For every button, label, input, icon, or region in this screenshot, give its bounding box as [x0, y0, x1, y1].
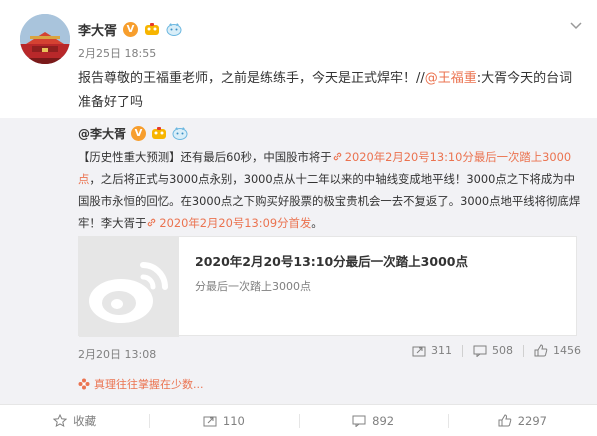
verified-icon: V	[131, 125, 147, 141]
retweet-comment-button[interactable]: 508	[473, 344, 513, 357]
post-text-prefix: 报告尊敬的王福重老师，之前是练练手，今天是正式焊牢！//	[78, 71, 425, 86]
retweet-text: 【历史性重大预测】还有最后60秒，中国股市将于 2020年2月20号13:10分最…	[78, 146, 586, 234]
post-time[interactable]: 2月25日 18:55	[78, 45, 156, 61]
author-name[interactable]: 李大胥	[78, 20, 117, 39]
link-icon	[148, 218, 156, 227]
favorite-label: 收藏	[73, 413, 97, 428]
retweet-text-3: 。	[311, 216, 323, 230]
link-card-title: 2020年2月20号13:10分最后一次踏上3000点	[195, 254, 468, 269]
retweet-time[interactable]: 2月20日 13:08	[78, 346, 156, 362]
fan-badge-icon	[172, 127, 188, 140]
retweet-author-row: @李大胥 V	[78, 124, 188, 142]
retweet-author[interactable]: @李大胥	[78, 125, 126, 142]
chevron-down-icon[interactable]	[568, 20, 584, 32]
annotation-note-text: 真理往往掌握在少数...	[94, 378, 204, 391]
comment-count: 892	[372, 413, 395, 428]
avatar-image	[20, 14, 70, 64]
comment-icon	[473, 345, 487, 357]
link-card-subtitle: 分最后一次踏上3000点	[195, 280, 311, 293]
avatar[interactable]	[20, 14, 70, 64]
verified-icon: V	[123, 21, 139, 37]
star-icon	[53, 414, 68, 427]
forward-count: 110	[222, 413, 245, 428]
retweet-like-count: 1456	[553, 344, 581, 357]
vip-crown-icon	[152, 127, 167, 139]
like-button[interactable]: 2297	[447, 405, 597, 436]
action-bar: 收藏 110 892 2297	[0, 404, 597, 436]
comment-icon	[352, 415, 366, 427]
retweet-text-1: 【历史性重大预测】还有最后60秒，中国股市将于	[78, 150, 332, 164]
time-link-2[interactable]: 2020年2月20号13:09分首发	[146, 216, 311, 230]
weibo-post-card: 李大胥 V 2月25日 18:55 报告尊敬的王福重老师，之前是练练手，今天是正…	[0, 0, 597, 436]
retweet-comment-count: 508	[492, 344, 513, 357]
forward-button[interactable]: 110	[149, 405, 298, 436]
link-icon	[333, 152, 341, 161]
author-row: 李大胥 V	[78, 20, 182, 39]
thumbs-up-icon	[498, 414, 512, 427]
vip-crown-icon	[145, 23, 160, 35]
like-count: 2297	[517, 413, 548, 428]
divider	[523, 344, 524, 357]
link-card-thumbnail	[79, 237, 179, 337]
forward-icon	[412, 346, 426, 356]
retweet-like-button[interactable]: 1456	[534, 344, 581, 357]
retweet-actions: 311 508 1456	[412, 344, 581, 357]
annotation-note[interactable]: 真理往往掌握在少数...	[78, 377, 204, 391]
forward-icon	[203, 416, 217, 426]
flower-icon	[78, 378, 90, 390]
comment-button[interactable]: 892	[298, 405, 448, 436]
mention-link[interactable]: @王福重	[425, 71, 477, 86]
fan-badge-icon	[166, 23, 182, 36]
favorite-button[interactable]: 收藏	[0, 405, 149, 436]
retweet-block: @李大胥 V 【历史性重大预测】还有最后60秒，中国股市将于 2020年2月20号…	[0, 118, 597, 404]
retweet-forward-button[interactable]: 311	[412, 344, 452, 357]
weibo-logo-icon	[79, 237, 179, 337]
time-link-2-text: 2020年2月20号13:09分首发	[159, 216, 312, 230]
post-text: 报告尊敬的王福重老师，之前是练练手，今天是正式焊牢！//@王福重:大胥今天的台词…	[78, 67, 583, 115]
retweet-forward-count: 311	[431, 344, 452, 357]
divider	[462, 344, 463, 357]
thumbs-up-icon	[534, 344, 548, 357]
link-card[interactable]: 2020年2月20号13:10分最后一次踏上3000点 分最后一次踏上3000点	[78, 236, 577, 337]
